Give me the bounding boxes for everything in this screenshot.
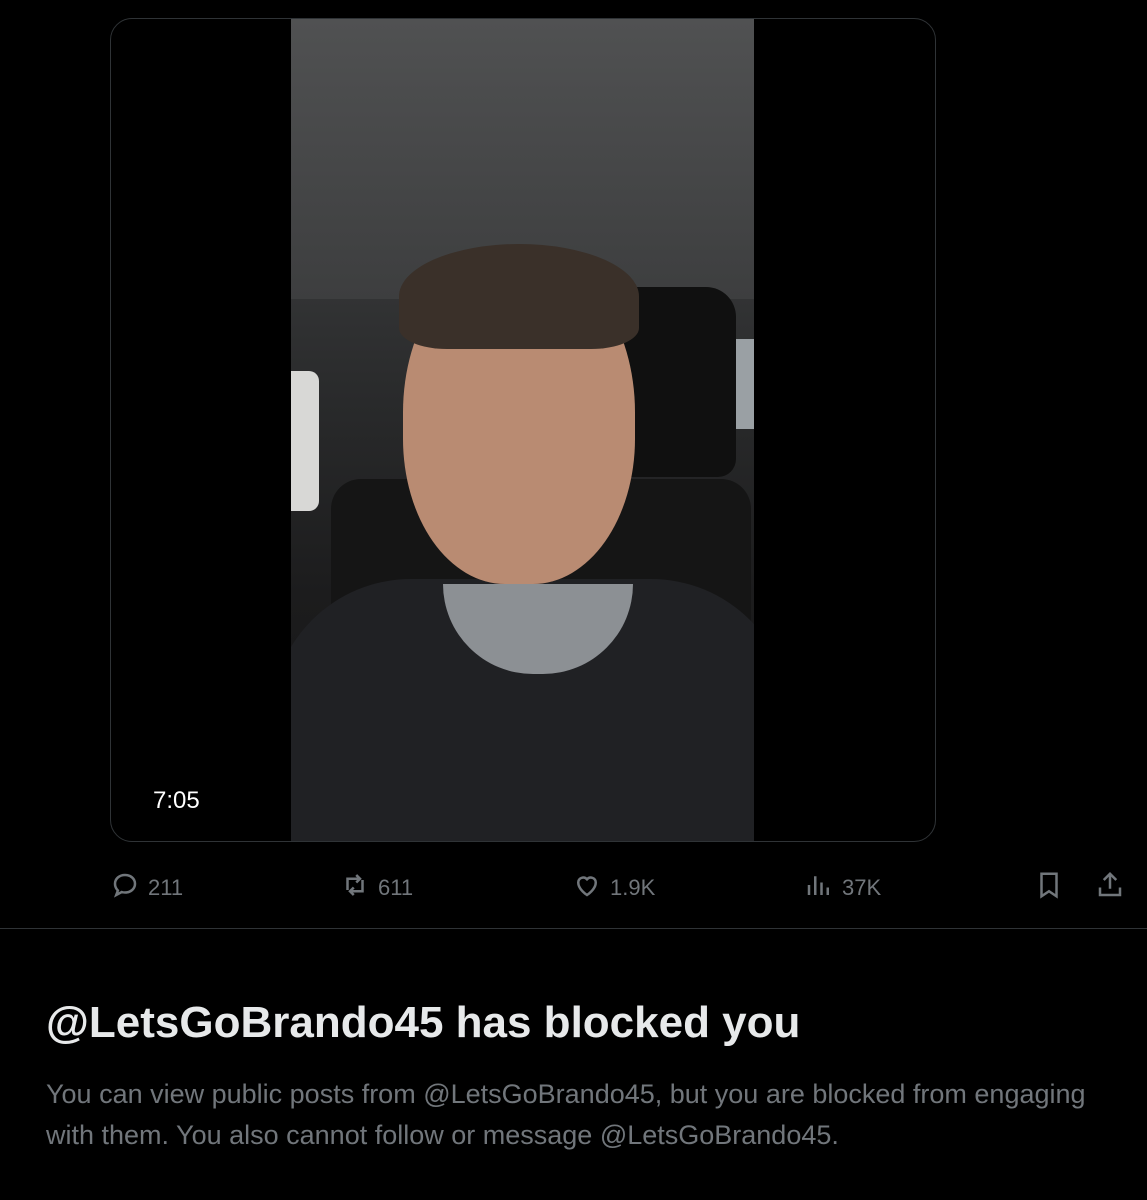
video-card[interactable]: 7:05 [110,18,936,842]
bookmark-icon [1034,870,1064,906]
video-player[interactable] [291,19,754,841]
views-button[interactable]: 37K [804,860,881,915]
reply-count: 211 [148,874,184,900]
post-actions-bar: 211 611 1.9K 37K [0,860,1147,915]
like-button[interactable]: 1.9K [572,860,655,915]
video-duration: 7:05 [153,787,200,814]
reply-button[interactable]: 211 [110,860,183,915]
car-window [291,371,319,511]
repost-button[interactable]: 611 [340,860,413,915]
person-hair [399,244,639,349]
bookmark-button[interactable] [1034,860,1064,915]
views-count: 37K [842,874,882,900]
blocked-title: @LetsGoBrando45 has blocked you [46,998,801,1047]
analytics-icon [804,870,834,906]
like-count: 1.9K [610,874,656,900]
share-button[interactable] [1095,860,1125,915]
heart-icon [572,870,602,906]
section-divider [0,928,1147,929]
reply-icon [110,870,140,906]
share-icon [1095,870,1125,906]
blocked-description: You can view public posts from @LetsGoBr… [46,1079,1086,1150]
repost-count: 611 [378,874,414,900]
repost-icon [340,870,370,906]
